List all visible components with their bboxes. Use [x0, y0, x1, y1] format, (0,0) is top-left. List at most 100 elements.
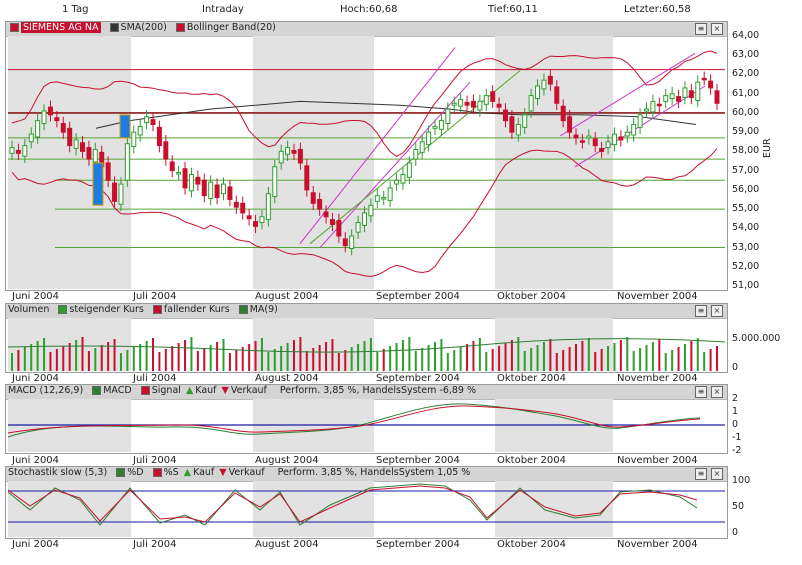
candle-body: [336, 220, 342, 237]
volume-bar: [286, 343, 289, 371]
volume-bar: [485, 352, 488, 371]
month-label: Juni 2004: [12, 373, 60, 384]
volume-bar: [17, 350, 20, 371]
volume-bar: [645, 345, 648, 371]
candle-body: [329, 219, 335, 225]
candle-body: [156, 126, 162, 147]
volume-bar: [619, 340, 622, 371]
candle-body: [605, 141, 611, 149]
candle-body: [80, 142, 85, 152]
volume-bar: [594, 352, 597, 371]
candle-body: [509, 116, 515, 133]
volume-bar: [119, 353, 122, 371]
candle-body: [323, 211, 329, 218]
price-tick-label: 51,00: [732, 279, 760, 291]
volume-bar: [344, 350, 347, 371]
price-tick-label: 60,00: [732, 106, 760, 118]
month-label: Juni 2004: [12, 291, 60, 302]
volume-bar: [49, 352, 52, 371]
volume-bar: [651, 342, 654, 371]
price-tick-label: 56,00: [732, 183, 760, 195]
candle-body: [611, 133, 617, 146]
volume-tick-label: 0: [732, 362, 739, 373]
stoch-tick-label: 0: [732, 527, 739, 538]
volume-bar: [113, 339, 116, 371]
volume-bar: [228, 353, 231, 371]
month-label: November 2004: [617, 291, 698, 302]
candle-body: [86, 147, 92, 160]
volume-bar: [132, 347, 135, 371]
volume-bar: [337, 353, 340, 371]
month-label: Juli 2004: [133, 455, 177, 466]
volume-bar: [254, 341, 257, 371]
price-tick-label: 61,00: [732, 87, 760, 99]
candle-body: [470, 100, 476, 108]
candle-body: [9, 147, 15, 154]
volume-bar: [671, 350, 674, 371]
volume-bar: [536, 345, 539, 371]
candle-body: [618, 136, 624, 141]
price-tick-label: 53,00: [732, 241, 760, 253]
volume-bar: [575, 344, 577, 371]
month-label: August 2004: [255, 291, 319, 302]
volume-bar: [408, 337, 411, 371]
candle-body: [535, 85, 541, 99]
candle-body: [131, 131, 137, 148]
candle-body: [573, 134, 579, 139]
candle-body: [451, 102, 457, 106]
volume-bar: [369, 338, 372, 371]
volume-bar: [267, 352, 270, 371]
volume-bar: [683, 344, 686, 371]
candle-body: [599, 148, 605, 152]
candle-body: [124, 143, 130, 181]
candle-body: [547, 75, 553, 85]
candle-body: [272, 166, 278, 198]
volume-bar: [555, 353, 558, 371]
candle-body: [201, 179, 207, 197]
candle-body: [208, 181, 214, 199]
volume-bar: [498, 346, 501, 371]
candle-body: [233, 201, 239, 208]
candle-body: [105, 162, 111, 181]
candle-body: [28, 133, 34, 143]
highlight-box: [92, 162, 104, 206]
volume-tick-label: 5.000.000: [732, 333, 781, 344]
month-label: Juni 2004: [12, 539, 60, 550]
candle-body: [35, 120, 41, 138]
candle-body: [265, 193, 271, 221]
month-label: September 2004: [376, 373, 460, 384]
volume-bar: [664, 353, 667, 371]
volume-bar: [401, 340, 404, 371]
volume-bar: [542, 342, 545, 371]
month-shade-band: [253, 36, 374, 289]
candle-body: [406, 162, 412, 178]
candle-body: [47, 106, 53, 116]
candle-body: [432, 125, 438, 129]
candle-body: [150, 119, 156, 125]
candle-body: [227, 186, 233, 200]
volume-bar: [68, 343, 71, 371]
candle-body: [41, 110, 47, 124]
volume-bar: [139, 344, 142, 371]
volume-bar: [100, 345, 103, 371]
candle-body: [118, 183, 124, 205]
month-label: November 2004: [617, 455, 698, 466]
volume-bar: [587, 338, 590, 371]
volume-bar: [581, 341, 584, 371]
candle-body: [522, 114, 528, 128]
candle-body: [438, 120, 444, 130]
volume-bar: [11, 353, 13, 371]
volume-bar: [260, 338, 263, 371]
candle-body: [22, 145, 28, 157]
candle-body: [15, 149, 21, 154]
volume-bar: [376, 352, 379, 371]
candle-body: [259, 216, 265, 224]
candle-body: [695, 81, 701, 101]
volume-bar: [626, 337, 629, 371]
volume-bar: [491, 349, 494, 371]
volume-bar: [293, 340, 295, 371]
volume-bar: [523, 351, 526, 371]
candle-body: [163, 141, 169, 160]
candle-body: [644, 108, 649, 112]
candle-body: [688, 90, 694, 99]
